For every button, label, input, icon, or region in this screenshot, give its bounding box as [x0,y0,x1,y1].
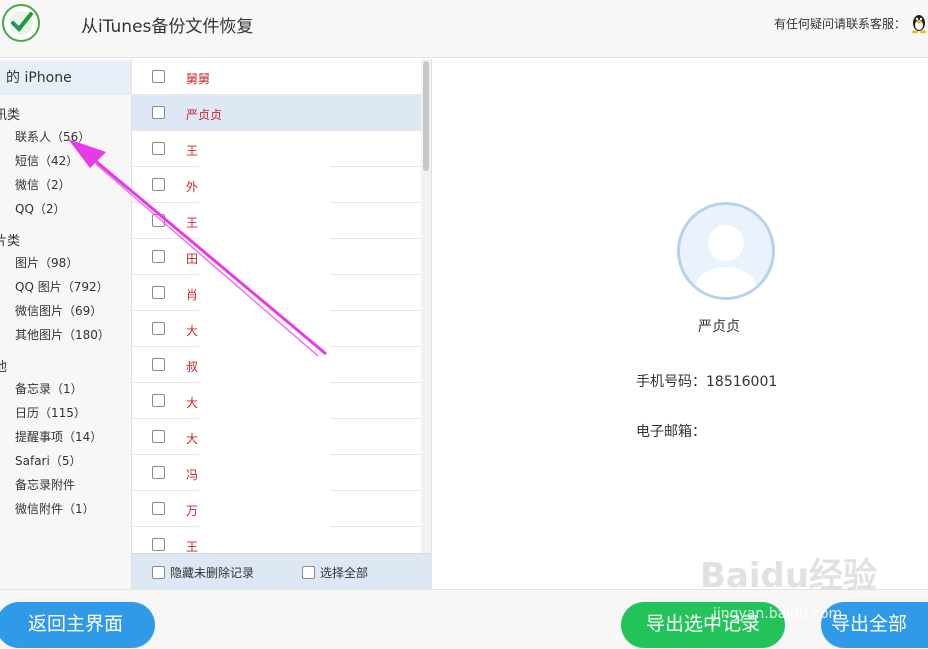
row-checkbox[interactable] [152,538,165,551]
contact-name: 田 [186,252,199,266]
contact-name: 大 [186,324,199,338]
row-checkbox[interactable] [152,250,165,263]
back-to-main-button[interactable]: 返回主界面 [0,602,155,648]
baidu-watermark: Baidu经验 [700,556,878,596]
row-checkbox[interactable] [152,322,165,335]
device-name[interactable]: 的 iPhone [0,61,131,95]
select-all-checkbox[interactable] [302,566,315,579]
sidebar-item-contacts[interactable]: 联系人（56） [15,128,90,145]
group-title-messages: 讯类 [0,108,21,123]
contact-detail-panel: 严贞贞 手机号码：18516001 电子邮箱： [433,59,928,589]
title-bar: 从iTunes备份文件恢复 有任何疑问请联系客服： [0,0,928,58]
group-title-photos: 片类 [0,234,21,249]
contact-name: 大 [186,432,199,446]
contact-name: 外 [186,180,199,194]
privacy-redaction [199,153,330,589]
row-checkbox[interactable] [152,214,165,227]
hide-deleted-label: 隐藏未删除记录 [170,566,255,580]
list-item[interactable]: 严贞贞 [132,95,422,131]
contact-name: 肖 [186,288,199,302]
select-all-label: 选择全部 [320,566,369,580]
contact-detail-name: 严贞贞 [698,319,740,335]
row-checkbox[interactable] [152,286,165,299]
sidebar-item-safari[interactable]: Safari（5） [15,452,81,469]
sidebar-item-calendar[interactable]: 日历（115） [15,404,86,421]
list-item[interactable]: 舅舅 [132,59,422,95]
app-title: 从iTunes备份文件恢复 [81,17,254,37]
contact-name: 舅舅 [186,72,211,86]
sidebar-item-qq[interactable]: QQ（2） [15,200,66,217]
category-sidebar: 的 iPhone 讯类 联系人（56） 短信（42） 微信（2） QQ（2） 片… [0,59,132,589]
support-text: 有任何疑问请联系客服： [773,17,906,31]
row-checkbox[interactable] [152,430,165,443]
sidebar-item-reminders[interactable]: 提醒事项（14） [15,428,102,445]
hide-deleted-checkbox[interactable] [152,566,165,579]
contact-name: 冯 [186,468,199,482]
group-title-other: 他 [0,356,7,375]
row-checkbox[interactable] [152,142,165,155]
sidebar-item-qq-photos[interactable]: QQ 图片（792） [15,278,109,295]
contact-name: 王 [186,144,199,158]
contact-list: 舅舅 严贞贞 王 外 王 田 肖 大 叔 大 大 冯 万 王 隐藏未删除记录 选… [132,59,432,589]
user-silhouette-icon [694,225,758,297]
sidebar-item-notes[interactable]: 备忘录（1） [15,380,83,397]
row-checkbox[interactable] [152,70,165,83]
sidebar-item-photos[interactable]: 图片（98） [15,254,78,271]
sidebar-item-wechat-attachments[interactable]: 微信附件（1） [15,500,95,517]
hide-deleted-toggle[interactable]: 隐藏未删除记录 [152,564,254,581]
list-footer: 隐藏未删除记录 选择全部 [132,553,431,589]
row-checkbox[interactable] [152,358,165,371]
app-window: 从iTunes备份文件恢复 有任何疑问请联系客服： 的 iPhone 讯类 联系… [0,0,928,649]
row-checkbox[interactable] [152,178,165,191]
contact-name: 叔 [186,360,199,374]
contact-name: 大 [186,396,199,410]
contact-name: 万 [186,504,199,518]
row-checkbox[interactable] [152,466,165,479]
sidebar-item-other-photos[interactable]: 其他图片（180） [15,326,110,343]
sidebar-item-note-attachments[interactable]: 备忘录附件 [15,476,75,493]
row-checkbox[interactable] [152,394,165,407]
baidu-watermark-url: jingyan.baidu.com [713,606,843,622]
email-address: 电子邮箱： [636,424,706,440]
row-checkbox[interactable] [152,106,165,119]
select-all-toggle[interactable]: 选择全部 [302,564,368,581]
sidebar-item-sms[interactable]: 短信（42） [15,152,78,169]
qq-penguin-icon[interactable] [910,12,928,34]
sidebar-item-wechat[interactable]: 微信（2） [15,176,71,193]
contact-name: 严贞贞 [186,108,223,122]
sidebar-item-wechat-photos[interactable]: 微信图片（69） [15,302,102,319]
list-scrollbar[interactable] [421,59,431,553]
scroll-thumb[interactable] [423,61,429,171]
row-checkbox[interactable] [152,502,165,515]
contact-name: 王 [186,216,199,230]
app-logo-icon [2,4,40,42]
avatar [677,202,775,300]
phone-number: 手机号码：18516001 [636,374,778,390]
